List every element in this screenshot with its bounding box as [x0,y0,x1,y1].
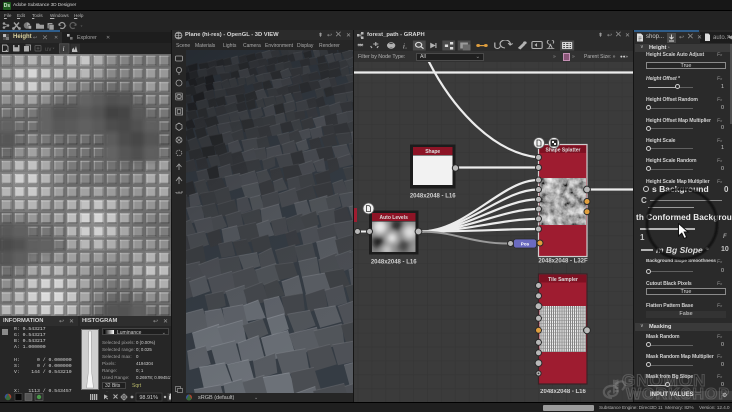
svg-text:i: i [63,44,65,53]
svg-text:i.: i. [403,42,408,50]
svg-text:Shape Splatter: Shape Splatter [545,148,580,154]
svg-text:98.91%: 98.91% [139,395,158,401]
svg-text:Tile Sampler: Tile Sampler [548,277,578,283]
svg-text:2048x2048 - L16: 2048x2048 - L16 [410,194,456,200]
svg-text:2048x2048 - L16: 2048x2048 - L16 [540,389,586,395]
svg-text:2048x2048 - L16: 2048x2048 - L16 [371,260,417,266]
svg-text:Auto Levels: Auto Levels [380,215,409,221]
svg-text:uv: uv [45,47,51,53]
svg-text:Shape: Shape [425,149,440,155]
svg-text:Pos: Pos [521,242,530,247]
svg-text:2048x2048 - L32F: 2048x2048 - L32F [538,259,588,265]
